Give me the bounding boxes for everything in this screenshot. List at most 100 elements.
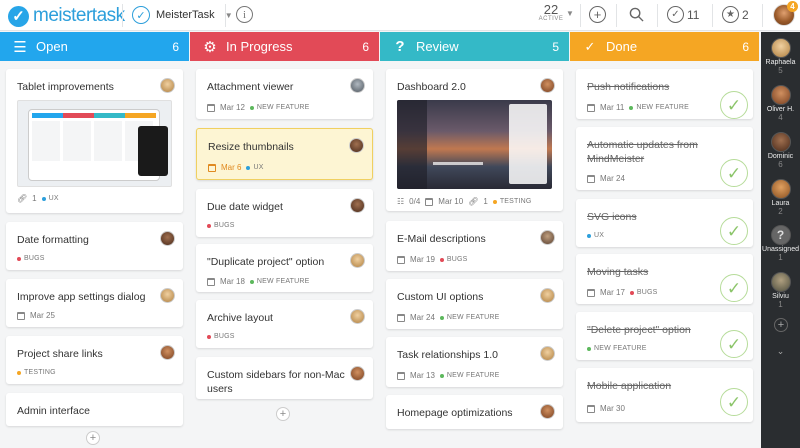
chevron-down-icon[interactable]: ⌄	[761, 346, 800, 357]
due-date: Mar 18	[220, 277, 245, 286]
task-card[interactable]: Tablet improvements 🔗︎ 1 UX	[6, 69, 183, 213]
task-meta: Mar 11 NEW FEATURE	[587, 103, 689, 112]
task-card[interactable]: Task relationships 1.0 Mar 13 NEW FEATUR…	[386, 337, 563, 387]
tag-label: NEW FEATURE	[594, 345, 647, 352]
calendar-icon	[397, 371, 405, 380]
active-count: 22	[543, 2, 559, 17]
search-icon[interactable]	[629, 7, 644, 22]
tag-label: NEW FEATURE	[256, 278, 310, 285]
task-title: Custom sidebars for non-Mac users	[207, 369, 345, 395]
task-card[interactable]: Date formatting BUGS	[6, 222, 183, 270]
task-title: Due date widget	[207, 201, 283, 213]
task-title: Dashboard 2.0	[397, 81, 466, 93]
member-avatar	[770, 38, 791, 58]
star-icon[interactable]: ★	[722, 6, 739, 23]
task-card[interactable]: Dashboard 2.0 ☷ 0/4 Mar 10 🔗︎ 1 TESTING	[386, 69, 563, 211]
calendar-icon	[587, 404, 595, 413]
completed-check-icon[interactable]: ✓	[720, 159, 748, 187]
completed-check-icon[interactable]: ✓	[720, 388, 748, 416]
divider	[616, 4, 617, 27]
task-card[interactable]: Admin interface	[6, 393, 183, 426]
task-card[interactable]: Due date widget BUGS	[196, 189, 373, 237]
member-laura[interactable]: Laura 2	[761, 179, 800, 216]
task-card-completed[interactable]: Push notifications ✓ Mar 11 NEW FEATURE	[576, 69, 753, 119]
column-done: ✓ Done 6 Push notifications ✓ Mar 11 NEW…	[570, 32, 759, 448]
tag-bugs: BUGS	[439, 256, 468, 263]
assignee-avatar	[160, 288, 175, 303]
member-count: 5	[778, 66, 783, 75]
app-logo[interactable]: ✓ meistertask	[8, 5, 125, 27]
task-meta: Mar 19 BUGS	[397, 255, 468, 264]
task-card[interactable]: "Duplicate project" option Mar 18 NEW FE…	[196, 244, 373, 292]
member-raphaela[interactable]: Raphaela 5	[761, 38, 800, 75]
task-title: "Delete project" option	[587, 324, 691, 336]
completed-check-icon[interactable]: ✓	[720, 91, 748, 119]
chevron-down-icon[interactable]: ▼	[566, 9, 574, 18]
assignee-avatar	[350, 309, 365, 324]
task-card[interactable]: Custom sidebars for non-Mac users	[196, 357, 373, 399]
member-silviu[interactable]: Silviu 1	[761, 272, 800, 309]
gear-icon: ⚙	[203, 38, 217, 56]
task-meta: TESTING	[17, 369, 56, 376]
tablet-screenshot-thumbnail[interactable]	[17, 100, 172, 187]
member-oliver[interactable]: Oliver H. 4	[761, 85, 800, 122]
column-header-in-progress[interactable]: ⚙ In Progress 6	[190, 32, 379, 61]
column-review: ? Review 5 Dashboard 2.0 ☷ 0/4 Mar 10 🔗︎…	[380, 32, 569, 448]
question-icon: ?	[395, 38, 405, 55]
task-card-completed[interactable]: SVG icons ✓ UX	[576, 199, 753, 247]
tag-label: NEW FEATURE	[446, 372, 500, 379]
task-card[interactable]: Homepage optimizations	[386, 395, 563, 429]
task-card-selected[interactable]: Resize thumbnails Mar 6 UX	[196, 128, 373, 180]
member-avatar	[770, 85, 791, 105]
assignee-avatar	[349, 138, 364, 153]
task-card[interactable]: Custom UI options Mar 24 NEW FEATURE	[386, 279, 563, 329]
task-card[interactable]: E-Mail descriptions Mar 19 BUGS	[386, 221, 563, 271]
dashboard-screenshot-thumbnail[interactable]	[397, 100, 552, 189]
notification-badge[interactable]: 4	[787, 1, 798, 12]
check-icon[interactable]: ✓	[667, 6, 684, 23]
completed-check-icon[interactable]: ✓	[720, 217, 748, 245]
member-name: Silviu	[772, 293, 789, 300]
tag-label: TESTING	[499, 198, 532, 205]
task-meta: UX	[587, 232, 604, 239]
add-task-icon[interactable]: +	[589, 6, 606, 23]
add-task-button[interactable]: +	[86, 431, 100, 445]
member-unassigned[interactable]: ? Unassigned 1	[761, 225, 800, 262]
task-card[interactable]: Improve app settings dialog Mar 25	[6, 279, 183, 327]
tag-new-feature: NEW FEATURE	[249, 104, 310, 111]
task-card[interactable]: Project share links TESTING	[6, 336, 183, 384]
completed-check-icon[interactable]: ✓	[720, 274, 748, 302]
task-card[interactable]: Archive layout BUGS	[196, 300, 373, 348]
due-date: Mar 30	[600, 404, 625, 413]
add-task-button[interactable]: +	[276, 407, 290, 421]
column-header-open[interactable]: ☰ Open 6	[0, 32, 189, 61]
column-count: 6	[362, 39, 369, 54]
task-card-completed[interactable]: Mobile application ✓ Mar 30	[576, 368, 753, 422]
task-card-completed[interactable]: "Delete project" option ✓ NEW FEATURE	[576, 312, 753, 360]
attachment-count: 1	[483, 197, 488, 206]
task-card[interactable]: Attachment viewer Mar 12 NEW FEATURE	[196, 69, 373, 119]
task-title: "Duplicate project" option	[207, 256, 325, 268]
task-card-completed[interactable]: Automatic updates from MindMeister ✓ Mar…	[576, 127, 753, 190]
add-member-button[interactable]: +	[774, 318, 788, 332]
info-icon[interactable]: i	[236, 6, 253, 23]
check-circle-icon: ✓	[584, 38, 596, 54]
task-card-completed[interactable]: Moving tasks ✓ Mar 17 BUGS	[576, 254, 753, 304]
due-date: Mar 6	[221, 163, 242, 172]
checks-count: 11	[687, 8, 700, 22]
completed-check-icon[interactable]: ✓	[720, 330, 748, 358]
column-header-review[interactable]: ? Review 5	[380, 32, 569, 61]
column-header-done[interactable]: ✓ Done 6	[570, 32, 759, 61]
member-name: Raphaela	[765, 59, 796, 66]
tag-ux: UX	[41, 195, 59, 202]
task-title: SVG icons	[587, 211, 637, 223]
project-selector[interactable]: ✓ MeisterTask ▼	[132, 6, 233, 24]
member-name: Laura	[771, 200, 790, 207]
calendar-icon	[208, 163, 216, 172]
task-title: Attachment viewer	[207, 81, 294, 93]
column-open: ☰ Open 6 Tablet improvements 🔗︎ 1 UX Dat…	[0, 32, 189, 448]
member-dominic[interactable]: Dominic 6	[761, 132, 800, 169]
task-title: Project share links	[17, 348, 103, 360]
task-meta: BUGS	[17, 255, 45, 262]
active-tasks-filter[interactable]: 22 ACTIVE	[536, 3, 566, 22]
